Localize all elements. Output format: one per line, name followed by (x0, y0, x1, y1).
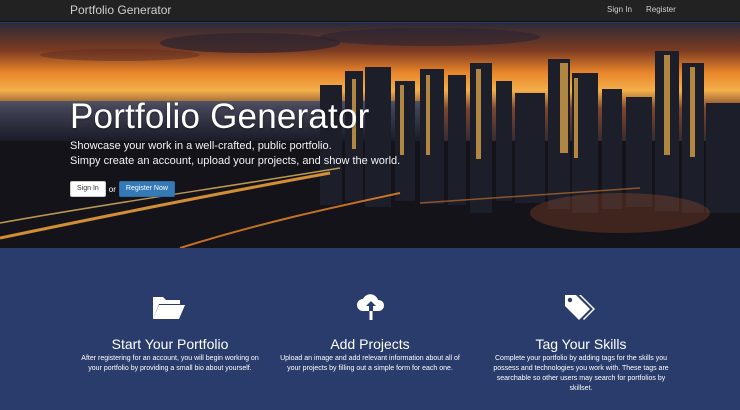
hero-banner: Portfolio Generator Showcase your work i… (0, 23, 740, 248)
navbar: Portfolio Generator Sign In Register (0, 0, 740, 22)
hero-actions: Sign In or Register Now (70, 181, 400, 197)
navbar-brand[interactable]: Portfolio Generator (70, 3, 171, 17)
features-section: Start Your Portfolio After registering f… (0, 248, 740, 410)
nav-register-link[interactable]: Register (646, 5, 676, 14)
tags-icon (563, 293, 597, 326)
feature-title: Tag Your Skills (535, 336, 627, 352)
hero-subtitle: Showcase your work in a well-crafted, pu… (70, 139, 400, 169)
hero-subtitle-line-1: Showcase your work in a well-crafted, pu… (70, 140, 332, 152)
nav-signin-link[interactable]: Sign In (607, 5, 632, 14)
feature-title: Add Projects (330, 336, 410, 352)
feature-description: Upload an image and add relevant informa… (280, 355, 460, 372)
hero-signin-button[interactable]: Sign In (70, 181, 106, 197)
hero-subtitle-line-2: Simpy create an account, upload your pro… (70, 155, 401, 167)
folder-open-icon (152, 293, 186, 326)
feature-description: Complete your portfolio by adding tags f… (493, 355, 669, 392)
or-text: or (108, 184, 116, 194)
hero-content: Portfolio Generator Showcase your work i… (70, 97, 400, 197)
hero-title: Portfolio Generator (70, 97, 370, 136)
feature-title: Start Your Portfolio (111, 336, 229, 352)
hero-register-button[interactable]: Register Now (118, 181, 175, 197)
cloud-upload-icon (356, 293, 386, 326)
feature-description: After registering for an account, you wi… (81, 355, 259, 372)
